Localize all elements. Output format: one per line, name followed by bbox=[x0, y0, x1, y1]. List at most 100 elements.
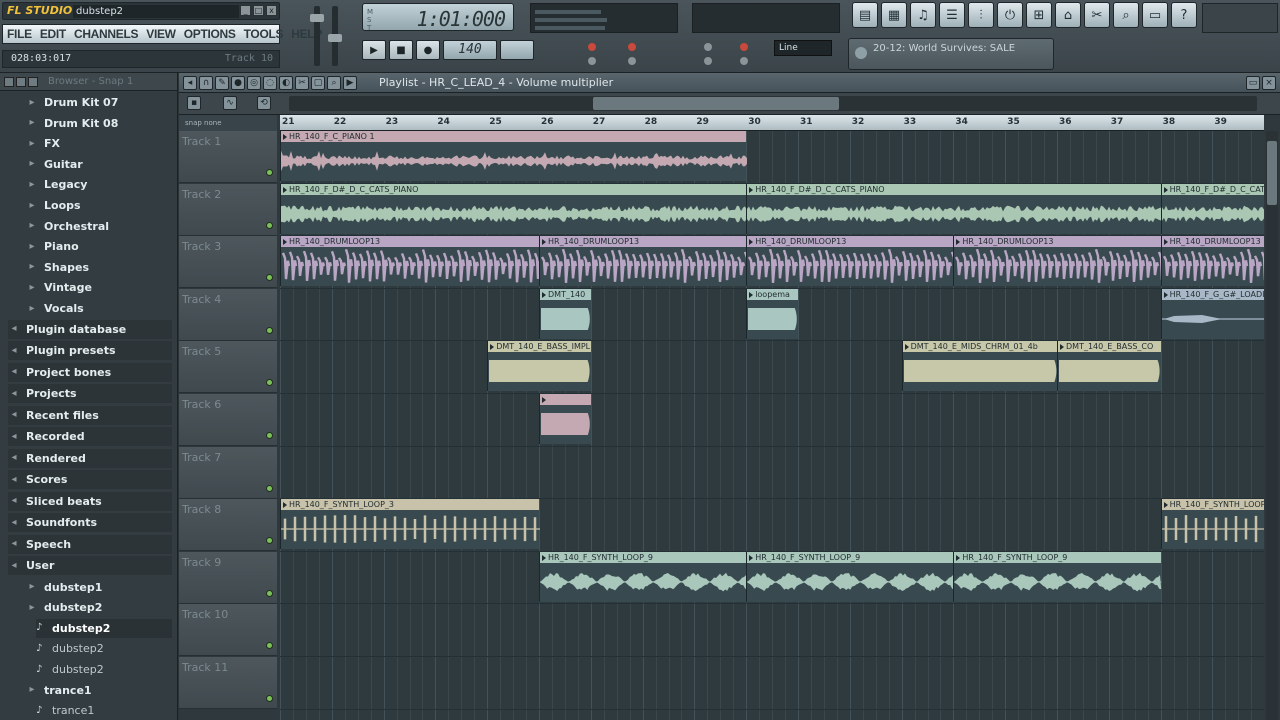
vertical-scrollbar[interactable] bbox=[1266, 131, 1278, 720]
track-mute-led-icon[interactable] bbox=[266, 326, 273, 334]
minimize-button[interactable]: _ bbox=[240, 5, 251, 16]
restore-icon[interactable]: ▭ bbox=[1246, 76, 1260, 90]
news-panel[interactable]: 20-12: World Survives: SALE bbox=[848, 38, 1054, 70]
audio-clip[interactable]: DMT_140 bbox=[539, 288, 591, 339]
typing-led-icon[interactable] bbox=[740, 43, 748, 51]
playback-tool-icon[interactable]: ▶ bbox=[343, 76, 357, 90]
audio-clip[interactable]: HR_140_DRUMLOOP13 bbox=[280, 236, 540, 287]
track-mute-led-icon[interactable] bbox=[266, 537, 273, 545]
browser-item[interactable]: ▸ dubstep1 bbox=[26, 578, 172, 597]
maximize-button[interactable]: □ bbox=[253, 5, 264, 16]
tools-icon[interactable]: ✂ bbox=[1084, 2, 1110, 28]
power-icon[interactable]: ⏻ bbox=[997, 2, 1023, 28]
browser-item[interactable]: ◂ Rendered bbox=[8, 448, 172, 468]
slice-tool-icon[interactable]: ✂ bbox=[295, 76, 309, 90]
track-header[interactable]: Track 3 bbox=[179, 236, 277, 289]
browser-item[interactable]: ◂ Speech bbox=[8, 534, 172, 554]
track-mute-led-icon[interactable] bbox=[266, 169, 273, 176]
pattern-mode-icon[interactable]: ▪ bbox=[187, 96, 201, 110]
metronome-led-icon[interactable] bbox=[628, 43, 636, 51]
horizontal-scroll-thumb[interactable] bbox=[593, 97, 839, 110]
close-icon[interactable]: × bbox=[1262, 76, 1276, 90]
magnet-icon[interactable]: ∩ bbox=[199, 76, 213, 90]
menu-options[interactable]: OPTIONS bbox=[184, 27, 236, 41]
track-mute-led-icon[interactable] bbox=[266, 379, 273, 387]
browser-item[interactable]: ▸ Loops bbox=[26, 196, 172, 215]
browser-item[interactable]: ◂ User bbox=[8, 556, 172, 576]
browser-item[interactable]: ▸ Guitar bbox=[26, 155, 172, 174]
document-icon[interactable]: ▭ bbox=[1142, 2, 1168, 28]
menu-file[interactable]: FILE bbox=[7, 27, 32, 41]
browser-item[interactable]: ▸ Drum Kit 08 bbox=[26, 114, 172, 133]
audio-clip[interactable]: DMT_140_E_BASS_CO bbox=[1057, 341, 1161, 392]
audio-clip[interactable]: HR_140_F_C_PIANO 1 bbox=[280, 131, 747, 181]
track-mute-led-icon[interactable] bbox=[266, 589, 273, 597]
wait-led-icon[interactable] bbox=[704, 57, 712, 65]
track-header[interactable]: Track 5 bbox=[179, 341, 277, 394]
search-icon[interactable]: ⌕ bbox=[1113, 2, 1139, 28]
pencil-icon[interactable]: ✎ bbox=[215, 76, 229, 90]
mixer-icon[interactable]: ⫶ bbox=[968, 2, 994, 28]
browser-item[interactable]: ▸ Drum Kit 07 bbox=[26, 93, 172, 112]
audio-clip[interactable]: HR_140_F_D#_D_C_CATS_PIANO bbox=[280, 183, 747, 234]
audio-clip[interactable]: loopema bbox=[746, 288, 798, 339]
browser-item[interactable]: ◂ Plugin presets bbox=[8, 341, 172, 361]
delete-tool-icon[interactable]: ◎ bbox=[247, 76, 261, 90]
piano-roll-icon[interactable]: ♫ bbox=[910, 2, 936, 28]
browser-pin-icon[interactable] bbox=[28, 76, 38, 87]
browser-item[interactable]: ▸ Vocals bbox=[26, 299, 172, 318]
browser-item[interactable]: ♪ dubstep2 bbox=[36, 618, 172, 638]
playlist-icon[interactable]: ▤ bbox=[852, 2, 878, 28]
audio-clip[interactable]: HR_140_DRUMLOOP13 bbox=[746, 236, 955, 287]
audio-clip[interactable]: HR_140_F_SYNTH_LOOP_9 bbox=[539, 551, 748, 602]
menu-channels[interactable]: CHANNELS bbox=[74, 27, 139, 41]
slip-tool-icon[interactable]: ◐ bbox=[279, 76, 293, 90]
close-button[interactable]: x bbox=[266, 5, 277, 16]
audio-clip[interactable]: HR_140_DRUMLOOP13 bbox=[1160, 236, 1264, 287]
browser-item[interactable]: ▸ Legacy bbox=[26, 175, 172, 194]
browser-item[interactable]: ◂ Sliced beats bbox=[8, 491, 172, 511]
automation-mode-icon[interactable]: ⟲ bbox=[257, 96, 271, 110]
browser-item[interactable]: ▸ dubstep2 bbox=[26, 598, 172, 617]
track-mute-led-icon[interactable] bbox=[266, 432, 273, 439]
pattern-selector[interactable] bbox=[500, 40, 534, 60]
record-button[interactable]: ● bbox=[416, 40, 440, 60]
playlist-grid[interactable]: HR_140_F_C_PIANO 1 HR_140_F_D#_D_C_CATS_P… bbox=[280, 131, 1264, 720]
browser-item[interactable]: ◂ Soundfonts bbox=[8, 513, 172, 533]
snap-selector[interactable]: Line bbox=[774, 40, 832, 56]
song-name[interactable]: dubstep2 bbox=[73, 5, 239, 18]
track-mute-led-icon[interactable] bbox=[266, 484, 273, 492]
track-header[interactable]: Track 11 bbox=[179, 657, 277, 709]
audio-clip[interactable]: HR_140_F_D#_D_C_CATS_PIANO bbox=[746, 183, 1162, 234]
browser-item[interactable]: ♪ dubstep2 bbox=[36, 660, 172, 679]
browser-item[interactable]: ◂ Project bones bbox=[8, 362, 172, 382]
stop-button[interactable]: ■ bbox=[389, 40, 413, 60]
track-header[interactable]: Track 9 bbox=[179, 551, 277, 604]
audio-clip[interactable]: HR_140_F_SYNTH_LOOP_9 bbox=[953, 551, 1162, 602]
track-mute-led-icon[interactable] bbox=[266, 274, 273, 282]
audio-clip[interactable]: DMT_140_E_BASS_IMPL bbox=[487, 341, 591, 392]
browser-item[interactable]: ▸ Vintage bbox=[26, 278, 172, 297]
step-led-icon[interactable] bbox=[628, 57, 636, 65]
browser-item[interactable]: ◂ Projects bbox=[8, 384, 172, 404]
step-sequencer-icon[interactable]: ▦ bbox=[881, 2, 907, 28]
browser-item[interactable]: ▸ FX bbox=[26, 134, 172, 153]
track-mute-led-icon[interactable] bbox=[266, 642, 273, 650]
browser-item[interactable]: ▸ Orchestral bbox=[26, 217, 172, 236]
paint-icon[interactable]: ● bbox=[231, 76, 245, 90]
track-header[interactable]: Track 8 bbox=[179, 499, 277, 552]
help-icon[interactable]: ? bbox=[1171, 2, 1197, 28]
audio-clip[interactable]: HR_140_F_D#_D_C_CATS_PIANO bbox=[1160, 183, 1264, 234]
audio-clip[interactable]: HR_140_F_SYNTH_LOOP_3 bbox=[1160, 499, 1264, 550]
play-button[interactable]: ▶ bbox=[362, 40, 386, 60]
track-mute-led-icon[interactable] bbox=[266, 695, 273, 702]
browser-item[interactable]: ♪ trance1 bbox=[36, 701, 172, 720]
track-header[interactable]: Track 4 bbox=[179, 288, 277, 341]
countdown-led-icon[interactable] bbox=[740, 57, 748, 65]
browser-item[interactable]: ▸ Piano bbox=[26, 237, 172, 256]
audio-clip[interactable] bbox=[539, 394, 591, 444]
audio-clip[interactable]: HR_140_F_SYNTH_LOOP_9 bbox=[746, 551, 955, 602]
track-header[interactable]: Track 6 bbox=[179, 394, 277, 446]
zoom-tool-icon[interactable]: ⌕ bbox=[327, 76, 341, 90]
rec-led-icon[interactable] bbox=[588, 43, 596, 51]
